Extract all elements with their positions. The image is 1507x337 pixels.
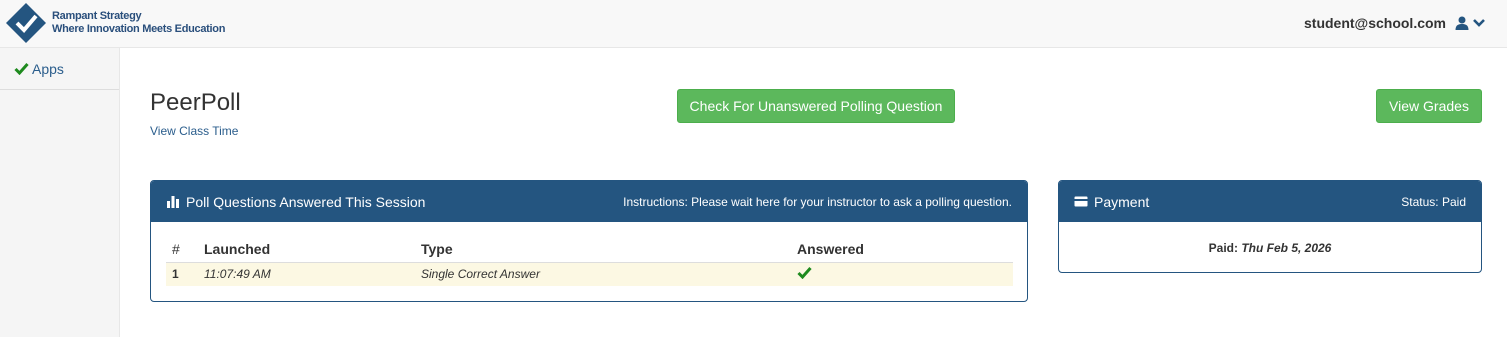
bar-chart-icon [167,196,179,208]
top-navbar: Rampant Strategy Where Innovation Meets … [0,0,1507,48]
check-icon [797,267,812,280]
sidebar-item-apps[interactable]: Apps [0,48,119,90]
row-question-type: Single Correct Answer [415,262,791,286]
column-header-answered: Answered [791,240,1013,263]
page-title: PeerPoll [150,89,241,116]
payment-details: Paid: Thu Feb 5, 2026 [1059,241,1481,255]
payment-panel: Payment Status: Paid Paid: Thu Feb 5, 20… [1058,180,1482,273]
rampant-logo-icon[interactable] [5,2,47,44]
row-launched-time: 11:07:49 AM [198,262,415,286]
view-class-time-link[interactable]: View Class Time [150,124,238,138]
poll-instructions: Instructions: Please wait here for your … [623,194,1012,209]
table-header-row: # Launched Type Answered [166,240,1013,263]
user-menu-button[interactable] [1454,13,1496,33]
chevron-down-icon [1473,19,1485,27]
sidebar: Apps [0,48,120,337]
user-email: student@school.com [1304,15,1446,31]
table-row: 1 11:07:49 AM Single Correct Answer [166,262,1013,286]
brand-name: Rampant Strategy [52,10,142,22]
user-icon [1455,16,1469,30]
row-answered [791,262,1013,286]
view-grades-button[interactable]: View Grades [1376,89,1482,123]
paid-date: Thu Feb 5, 2026 [1241,241,1332,255]
payment-status: Status: Paid [1401,194,1466,209]
brand-text[interactable]: Rampant Strategy Where Innovation Meets … [52,10,225,36]
paid-label: Paid: [1208,241,1238,255]
check-unanswered-question-button[interactable]: Check For Unanswered Polling Question [677,89,955,123]
payment-panel-title: Payment [1094,193,1150,210]
column-header-launched: Launched [198,240,415,263]
poll-questions-panel: Poll Questions Answered This Session Ins… [150,180,1028,302]
poll-questions-table: # Launched Type Answered 1 11:07:49 AM S… [166,240,1013,286]
credit-card-icon [1074,196,1088,207]
column-header-number: # [166,240,198,263]
row-number: 1 [166,262,198,286]
column-header-type: Type [415,240,791,263]
poll-panel-header: Poll Questions Answered This Session Ins… [151,181,1027,222]
brand-tagline: Where Innovation Meets Education [52,23,226,35]
check-icon [14,63,29,75]
poll-panel-title: Poll Questions Answered This Session [186,193,426,210]
payment-panel-header: Payment Status: Paid [1059,181,1481,222]
sidebar-item-label: Apps [32,60,64,77]
